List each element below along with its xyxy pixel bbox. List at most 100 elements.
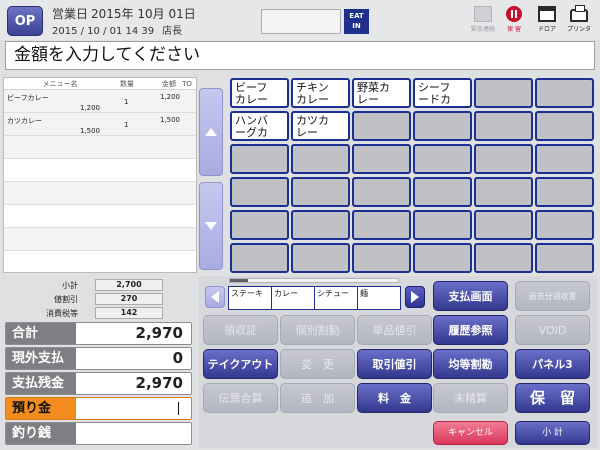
void-button[interactable]: VOID [515,315,590,345]
customer-count-box[interactable] [261,9,341,34]
menu-item-empty[interactable] [535,78,594,108]
unsettled-button[interactable]: 未精算 [433,383,508,413]
order-row-empty[interactable] [4,182,196,205]
menu-item-empty[interactable] [352,243,411,273]
payment-screen-button[interactable]: 支払画面 [433,281,508,311]
menu-item-hamburg-curry[interactable]: ハンバ ーグカ [230,111,289,141]
menu-item-empty[interactable] [474,243,533,273]
menu-grid: ビーフ カレー チキン カレー 野菜カ レー シーフ ードカ ハンバ ーグカ カ… [230,78,597,273]
drawer-button[interactable]: ドロア [533,6,561,38]
order-item-amount: 1,200 [159,93,180,101]
takeout-button[interactable]: テイクアウト [203,349,278,379]
datetime-value: 2015 / 10 / 01 14 39 [52,26,155,37]
menu-item-empty[interactable] [230,144,289,174]
menu-item-empty[interactable] [291,210,350,240]
menu-item-empty[interactable] [352,111,411,141]
menu-item-empty[interactable] [291,243,350,273]
fee-button[interactable]: 料 金 [357,383,432,413]
add-button[interactable]: 追 加 [280,383,355,413]
scroll-down-button[interactable] [199,182,223,270]
discount-value: 270 [95,293,163,305]
category-tab-noodle[interactable]: 麺 [357,286,401,310]
deposit-row[interactable]: 預り金 [5,397,192,420]
drawer-icon [538,6,556,22]
menu-item-empty[interactable] [535,210,594,240]
order-row-empty[interactable] [4,136,196,159]
menu-item-chicken-curry[interactable]: チキン カレー [291,78,350,108]
menu-item-beef-curry[interactable]: ビーフ カレー [230,78,289,108]
menu-item-empty[interactable] [352,177,411,207]
category-tab-curry[interactable]: カレー [271,286,315,310]
menu-item-empty[interactable] [352,144,411,174]
order-item-name: ビーフカレー [7,94,49,102]
order-item-qty: 1 [124,98,129,106]
emergency-contact-button[interactable]: 緊急連絡 [469,6,497,38]
order-item-price: 1,200 [79,104,100,112]
transaction-discount-button[interactable]: 取引値引 [357,349,432,379]
individual-discount-button[interactable]: 個別割勤 [280,315,355,345]
scroll-up-button[interactable] [199,88,223,176]
printer-button[interactable]: プリンタ [565,5,593,38]
order-row[interactable]: ビーフカレー 1,200 1 1,200 [4,90,196,113]
order-item-price: 1,500 [79,127,100,135]
order-row-empty[interactable] [4,205,196,228]
past-split-receipt-button[interactable]: 過去分領収書 [515,281,590,311]
menu-item-empty[interactable] [230,177,289,207]
menu-item-empty[interactable] [474,144,533,174]
subtotal-button[interactable]: 小 計 [515,421,590,445]
menu-item-empty[interactable] [413,243,472,273]
equal-split-button[interactable]: 均等割勘 [433,349,508,379]
subtotal-label: 小計 [62,281,78,290]
slip-total-button[interactable]: 伝票合算 [203,383,278,413]
menu-item-empty[interactable] [230,243,289,273]
col-to: TO [182,79,192,88]
hold-button[interactable]: 保 留 [515,383,590,413]
order-row-empty[interactable] [4,159,196,182]
menu-item-empty[interactable] [474,177,533,207]
receipt-button[interactable]: 領収証 [203,315,278,345]
business-day: 営業日 2015年 10月 01日 [52,5,196,22]
menu-item-empty[interactable] [413,177,472,207]
category-tab-stew[interactable]: シチュー [314,286,358,310]
arrow-right-icon [411,291,419,303]
menu-item-vegetable-curry[interactable]: 野菜カ レー [352,78,411,108]
category-tab-steak[interactable]: ステーキ [228,286,272,310]
order-list[interactable]: メニュー名 数量 金額 TO ビーフカレー 1,200 1 1,200 カツカレ… [3,77,197,273]
op-button[interactable]: OP [7,6,43,36]
menu-item-empty[interactable] [535,144,594,174]
total-value: 2,970 [76,323,191,344]
cancel-button[interactable]: キャンセル [433,421,508,445]
menu-item-empty[interactable] [474,111,533,141]
menu-item-empty[interactable] [535,243,594,273]
panel3-button[interactable]: パネル3 [515,349,590,379]
menu-item-empty[interactable] [413,111,472,141]
item-discount-button[interactable]: 単品値引 [357,315,432,345]
printer-icon [570,5,588,22]
eat-in-badge[interactable]: EAT IN [344,9,369,34]
menu-item-empty[interactable] [474,210,533,240]
deposit-input[interactable] [76,398,191,419]
menu-item-empty[interactable] [291,177,350,207]
date-time: 2015 / 10 / 01 14 39 店長 [52,22,182,37]
menu-item-empty[interactable] [535,111,594,141]
change-item-button[interactable]: 変 更 [280,349,355,379]
menu-item-empty[interactable] [535,177,594,207]
menu-item-empty[interactable] [474,78,533,108]
category-scrollbar[interactable] [229,278,399,283]
category-prev-button[interactable] [205,286,225,308]
history-button[interactable]: 履歴参照 [433,315,508,345]
menu-item-empty[interactable] [352,210,411,240]
hold-status-button[interactable]: 保 留 [500,6,528,38]
menu-item-empty[interactable] [413,144,472,174]
menu-item-seafood-curry[interactable]: シーフ ードカ [413,78,472,108]
col-amount: 金額 [162,79,176,88]
category-scroll-thumb[interactable] [230,279,248,282]
menu-item-empty[interactable] [291,144,350,174]
order-row-empty[interactable] [4,228,196,251]
menu-item-empty[interactable] [413,210,472,240]
order-row[interactable]: カツカレー 1,500 1 1,500 [4,113,196,136]
category-next-button[interactable] [405,286,425,308]
menu-item-empty[interactable] [230,210,289,240]
total-row: 合計 2,970 [5,322,192,345]
menu-item-katsu-curry[interactable]: カツカ レー [291,111,350,141]
